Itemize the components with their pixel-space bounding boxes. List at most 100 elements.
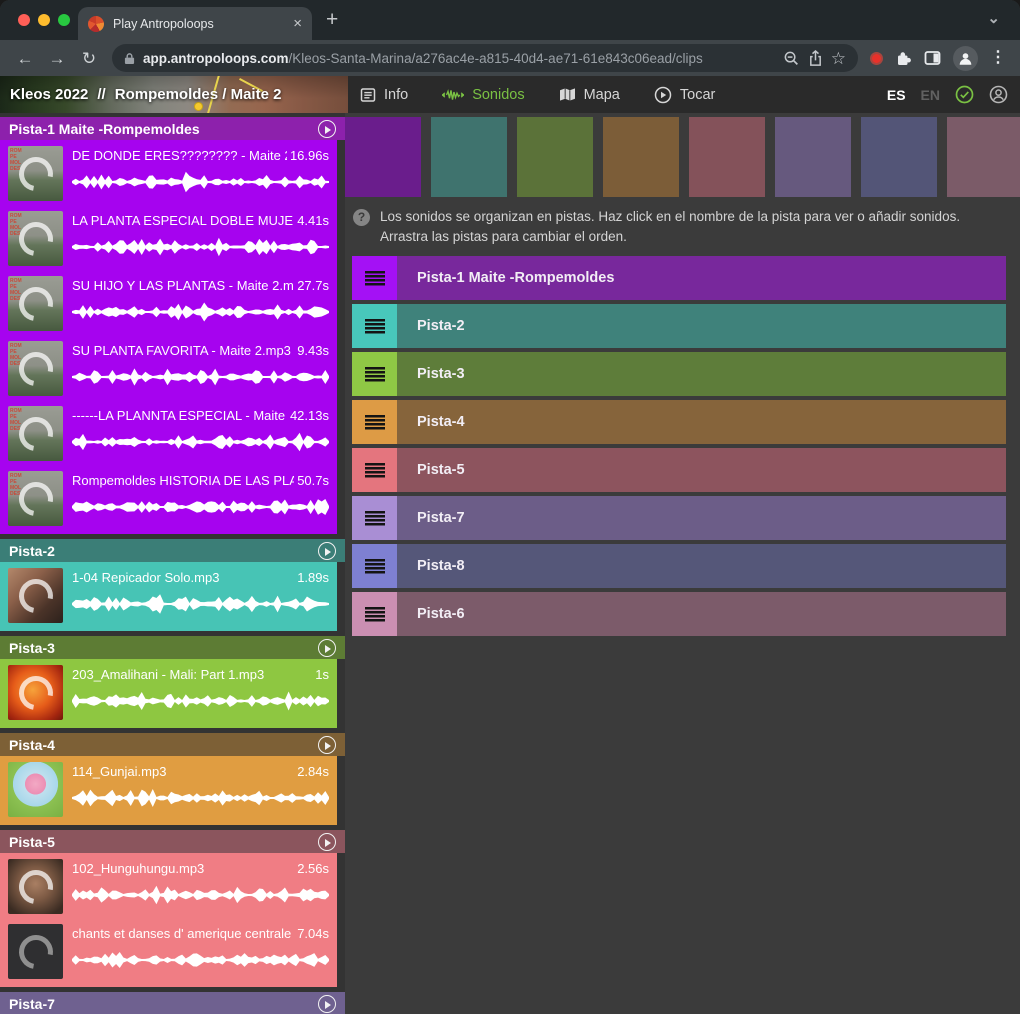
clip-duration: 2.84s bbox=[297, 764, 329, 779]
clip-waveform[interactable] bbox=[72, 300, 329, 324]
browser-tab[interactable]: Play Antropoloops × bbox=[78, 7, 312, 40]
drag-handle-icon bbox=[365, 319, 385, 334]
extensions-puzzle-icon[interactable] bbox=[895, 50, 912, 67]
track-row[interactable]: Pista-8 bbox=[352, 544, 1006, 588]
back-button[interactable]: ← bbox=[10, 50, 40, 67]
track-play-button[interactable] bbox=[318, 542, 336, 560]
track-color-swatch bbox=[689, 117, 765, 197]
language-es-button[interactable]: ES bbox=[887, 87, 906, 103]
sidebar-track-name[interactable]: Pista-7 bbox=[9, 996, 318, 1012]
clip-waveform[interactable] bbox=[72, 689, 329, 713]
clip-waveform[interactable] bbox=[72, 948, 329, 972]
clip-item[interactable]: 203_Amalihani - Mali: Part 1.mp31s bbox=[0, 660, 337, 725]
clip-waveform[interactable] bbox=[72, 365, 329, 389]
breadcrumb-project[interactable]: Kleos 2022 bbox=[10, 86, 88, 103]
track-row-label: Pista-4 bbox=[397, 400, 1006, 444]
new-tab-button[interactable]: + bbox=[326, 7, 338, 33]
track-play-button[interactable] bbox=[318, 995, 336, 1013]
track-row[interactable]: Pista-5 bbox=[352, 448, 1006, 492]
drag-handle[interactable] bbox=[352, 400, 397, 444]
track-play-button[interactable] bbox=[318, 736, 336, 754]
breadcrumb-path[interactable]: Rompemoldes / Maite 2 bbox=[115, 86, 282, 103]
sync-check-icon[interactable] bbox=[955, 85, 974, 104]
share-icon[interactable] bbox=[808, 50, 823, 67]
clip-item[interactable]: ROM PE MOL DESSU HIJO Y LAS PLANTAS - Ma… bbox=[0, 271, 337, 336]
sidebar-track-header[interactable]: Pista-2 bbox=[0, 539, 345, 562]
tab-sonidos[interactable]: Sonidos bbox=[442, 87, 524, 103]
clip-waveform[interactable] bbox=[72, 786, 329, 810]
sidebar-track-name[interactable]: Pista-5 bbox=[9, 834, 318, 850]
track-row[interactable]: Pista-2 bbox=[352, 304, 1006, 348]
drag-handle[interactable] bbox=[352, 304, 397, 348]
clip-item[interactable]: ROM PE MOL DESSU PLANTA FAVORITA - Maite… bbox=[0, 336, 337, 401]
clip-title: SU PLANTA FAVORITA - Maite 2.mp3 bbox=[72, 343, 291, 358]
profile-avatar[interactable] bbox=[953, 46, 978, 71]
url-path: /Kleos-Santa-Marina/a276ac4e-a815-40d4-a… bbox=[289, 51, 703, 66]
clip-duration: 27.7s bbox=[297, 278, 329, 293]
clip-item[interactable]: 1-04 Repicador Solo.mp31.89s bbox=[0, 563, 337, 628]
record-extension-icon[interactable] bbox=[870, 52, 883, 65]
track-row-label: Pista-2 bbox=[397, 304, 1006, 348]
browser-menu-icon[interactable]: ⋮ bbox=[990, 50, 1006, 66]
bookmark-star-icon[interactable]: ☆ bbox=[831, 50, 846, 67]
clip-item[interactable]: 102_Hunguhungu.mp32.56s bbox=[0, 854, 337, 919]
track-play-button[interactable] bbox=[318, 639, 336, 657]
address-bar[interactable]: app.antropoloops.com/Kleos-Santa-Marina/… bbox=[112, 44, 858, 72]
track-row[interactable]: Pista-1 Maite -Rompemoldes bbox=[352, 256, 1006, 300]
reload-button[interactable]: ↻ bbox=[74, 50, 104, 67]
fullscreen-window-button[interactable] bbox=[58, 14, 70, 26]
sidebar-track-header[interactable]: Pista-7 bbox=[0, 992, 345, 1014]
clip-title: SU HIJO Y LAS PLANTAS - Maite 2.mp3 bbox=[72, 278, 294, 293]
sidebar-track-name[interactable]: Pista-2 bbox=[9, 543, 318, 559]
tab-search-chevron-icon[interactable]: ⌄ bbox=[987, 9, 1000, 27]
tab-mapa[interactable]: Mapa bbox=[559, 87, 620, 103]
sidebar-track-name[interactable]: Pista-1 Maite -Rompemoldes bbox=[9, 121, 318, 137]
close-window-button[interactable] bbox=[18, 14, 30, 26]
sidebar-track-section: Pista-2 1-04 Repicador Solo.mp31.89s bbox=[0, 539, 345, 631]
play-icon bbox=[325, 1001, 331, 1009]
clip-item[interactable]: 114_Gunjai.mp32.84s bbox=[0, 757, 337, 822]
clip-item[interactable]: ROM PE MOL DES------LA PLANNTA ESPECIAL … bbox=[0, 401, 337, 466]
close-tab-icon[interactable]: × bbox=[293, 16, 302, 31]
zoom-out-icon[interactable] bbox=[783, 50, 800, 67]
breadcrumb[interactable]: Kleos 2022 // Rompemoldes / Maite 2 bbox=[0, 86, 348, 103]
sidebar-track-header[interactable]: Pista-3 bbox=[0, 636, 345, 659]
track-row[interactable]: Pista-6 bbox=[352, 592, 1006, 636]
side-panel-icon[interactable] bbox=[924, 50, 941, 66]
sidebar-track-header[interactable]: Pista-4 bbox=[0, 733, 345, 756]
clip-duration: 1.89s bbox=[297, 570, 329, 585]
clip-waveform[interactable] bbox=[72, 170, 329, 194]
track-row[interactable]: Pista-7 bbox=[352, 496, 1006, 540]
clip-waveform[interactable] bbox=[72, 883, 329, 907]
clip-waveform[interactable] bbox=[72, 592, 329, 616]
tab-tocar[interactable]: Tocar bbox=[654, 86, 715, 104]
drag-handle[interactable] bbox=[352, 256, 397, 300]
sidebar-track-header[interactable]: Pista-5 bbox=[0, 830, 345, 853]
language-en-button[interactable]: EN bbox=[921, 87, 940, 103]
track-row[interactable]: Pista-3 bbox=[352, 352, 1006, 396]
tab-info[interactable]: Info bbox=[360, 87, 408, 103]
clip-item[interactable]: ROM PE MOL DESRompemoldes HISTORIA DE LA… bbox=[0, 466, 337, 531]
track-row[interactable]: Pista-4 bbox=[352, 400, 1006, 444]
sidebar-track-name[interactable]: Pista-4 bbox=[9, 737, 318, 753]
clip-item[interactable]: ROM PE MOL DESLA PLANTA ESPECIAL DOBLE M… bbox=[0, 206, 337, 271]
drag-handle[interactable] bbox=[352, 448, 397, 492]
spinner-arc-icon bbox=[12, 863, 59, 910]
clip-waveform[interactable] bbox=[72, 235, 329, 259]
sidebar-track-name[interactable]: Pista-3 bbox=[9, 640, 318, 656]
clip-waveform[interactable] bbox=[72, 495, 329, 519]
drag-handle[interactable] bbox=[352, 352, 397, 396]
forward-button[interactable]: → bbox=[42, 50, 72, 67]
drag-handle[interactable] bbox=[352, 592, 397, 636]
track-play-button[interactable] bbox=[318, 120, 336, 138]
drag-handle-icon bbox=[365, 559, 385, 574]
clip-item[interactable]: ROM PE MOL DESDE DONDE ERES???????? - Ma… bbox=[0, 141, 337, 206]
account-icon[interactable] bbox=[989, 85, 1008, 104]
sidebar-track-header[interactable]: Pista-1 Maite -Rompemoldes bbox=[0, 117, 345, 140]
drag-handle[interactable] bbox=[352, 544, 397, 588]
clip-item[interactable]: chants et danses d' amerique centrale - … bbox=[0, 919, 337, 984]
track-play-button[interactable] bbox=[318, 833, 336, 851]
minimize-window-button[interactable] bbox=[38, 14, 50, 26]
drag-handle[interactable] bbox=[352, 496, 397, 540]
clip-waveform[interactable] bbox=[72, 430, 329, 454]
